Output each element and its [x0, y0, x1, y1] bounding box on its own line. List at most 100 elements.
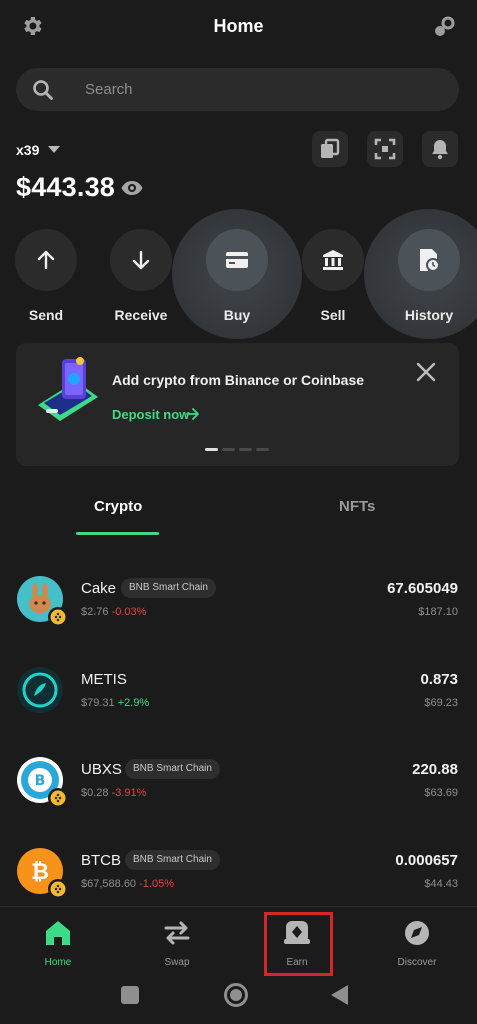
network-badge: BNB Smart Chain — [125, 759, 220, 779]
deposit-now-link[interactable]: Deposit now — [112, 407, 189, 422]
metis-logo — [17, 667, 63, 713]
close-icon[interactable] — [415, 361, 437, 383]
asset-tabs: Crypto NFTs — [0, 488, 477, 538]
search-placeholder: Search — [85, 81, 133, 98]
send-button[interactable] — [15, 229, 77, 291]
asset-price-line: $2.76 -0.03% — [81, 606, 146, 618]
deposit-illustration — [38, 357, 98, 421]
card-icon — [226, 252, 248, 268]
asset-value: $63.69 — [424, 787, 458, 799]
send-label: Send — [28, 307, 64, 323]
asset-value: $187.10 — [418, 606, 458, 618]
asset-row-metis[interactable]: METIS $79.31 +2.9% 0.873 $69.23 — [0, 667, 477, 727]
asset-price: $79.31 — [81, 697, 115, 709]
wallet-selector[interactable]: x39 — [16, 142, 60, 160]
asset-value: $44.43 — [424, 878, 458, 890]
nav-swap[interactable]: Swap — [137, 919, 217, 968]
caret-down-icon — [48, 146, 60, 153]
copy-icon — [321, 138, 340, 158]
sell-label: Sell — [320, 307, 346, 323]
tab-nfts[interactable]: NFTs — [339, 498, 375, 515]
asset-change: -3.91% — [111, 787, 147, 799]
asset-symbol: UBXS — [81, 761, 122, 778]
buy-label: Buy — [223, 307, 251, 323]
system-nav-bar — [0, 978, 477, 1024]
recent-apps-icon[interactable] — [121, 986, 139, 1004]
sell-button[interactable] — [302, 229, 364, 291]
home-button-icon[interactable] — [224, 983, 248, 1007]
buy-action[interactable]: Buy — [206, 229, 268, 323]
nav-discover-label: Discover — [397, 957, 437, 968]
asset-amount: 67.605049 — [387, 580, 458, 597]
wallet-name: x39 — [16, 142, 40, 158]
asset-change: -1.05% — [139, 878, 174, 890]
home-icon — [46, 921, 70, 945]
svg-text:₿: ₿ — [31, 860, 49, 885]
back-icon[interactable] — [331, 985, 348, 1005]
receive-label: Receive — [114, 307, 168, 323]
earn-highlight-box — [264, 912, 333, 976]
bnb-icon — [50, 790, 66, 806]
compass-icon — [405, 921, 429, 945]
bnb-icon — [50, 609, 66, 625]
metis-icon — [22, 672, 58, 708]
sell-action[interactable]: Sell — [302, 229, 364, 323]
copy-button[interactable] — [312, 131, 348, 167]
nav-swap-label: Swap — [164, 957, 190, 968]
arrow-up-icon — [37, 250, 55, 270]
nav-home-label: Home — [44, 957, 72, 968]
notification-button[interactable] — [422, 131, 458, 167]
bnb-icon — [50, 881, 66, 897]
banner-title: Add crypto from Binance or Coinbase — [112, 372, 365, 388]
network-badge: BNB Smart Chain — [125, 850, 220, 870]
history-label: History — [404, 307, 454, 323]
asset-amount: 0.873 — [420, 671, 458, 688]
search-bar[interactable]: Search — [16, 68, 459, 111]
carousel-dot-active — [205, 448, 218, 451]
search-icon — [33, 80, 53, 100]
asset-row-ubxs[interactable]: B UBXS BNB Smart Chain $0.28 -3.91% 220.… — [0, 757, 477, 817]
asset-amount: 220.88 — [412, 761, 458, 778]
arrow-right-icon[interactable] — [185, 406, 201, 422]
nav-discover[interactable]: Discover — [377, 919, 457, 968]
nav-home[interactable]: Home — [18, 919, 98, 968]
history-action[interactable]: History — [398, 229, 460, 323]
send-action[interactable]: Send — [15, 229, 77, 323]
asset-price-line: $0.28 -3.91% — [81, 787, 146, 799]
asset-amount: 0.000657 — [395, 852, 458, 869]
scan-button[interactable] — [367, 131, 403, 167]
carousel-dot — [222, 448, 235, 451]
buy-button[interactable] — [206, 229, 268, 291]
asset-symbol: METIS — [81, 671, 127, 688]
swap-icon — [164, 921, 190, 945]
receive-button[interactable] — [110, 229, 172, 291]
carousel-dots — [205, 448, 269, 451]
receive-action[interactable]: Receive — [110, 229, 172, 323]
asset-price-line: $79.31 +2.9% — [81, 697, 149, 709]
tab-crypto[interactable]: Crypto — [94, 498, 142, 515]
asset-price: $0.28 — [81, 787, 109, 799]
asset-row-cake[interactable]: Cake BNB Smart Chain $2.76 -0.03% 67.605… — [0, 576, 477, 636]
page-title: Home — [213, 16, 264, 36]
link-icon[interactable] — [433, 16, 455, 38]
wallet-balance: $443.38 — [16, 172, 115, 202]
asset-price: $67,588.60 — [81, 878, 137, 890]
asset-change: +2.9% — [117, 697, 150, 709]
svg-text:B: B — [35, 773, 46, 789]
eye-icon[interactable] — [120, 176, 144, 200]
asset-value: $69.23 — [424, 697, 458, 709]
deposit-banner: Add crypto from Binance or Coinbase Depo… — [16, 343, 459, 466]
asset-price: $2.76 — [81, 606, 109, 618]
bell-icon — [432, 140, 448, 160]
scan-icon — [374, 138, 396, 160]
bank-icon — [323, 250, 343, 270]
top-bar: Home — [0, 0, 477, 56]
asset-symbol: BTCB — [81, 852, 122, 869]
asset-change: -0.03% — [111, 606, 147, 618]
asset-row-btcb[interactable]: ₿ BTCB BNB Smart Chain $67,588.60 -1.05%… — [0, 848, 477, 908]
history-icon — [420, 249, 440, 272]
history-button[interactable] — [398, 229, 460, 291]
bnb-chain-badge — [48, 879, 68, 899]
active-tab-indicator — [76, 532, 159, 535]
bnb-chain-badge — [48, 607, 68, 627]
